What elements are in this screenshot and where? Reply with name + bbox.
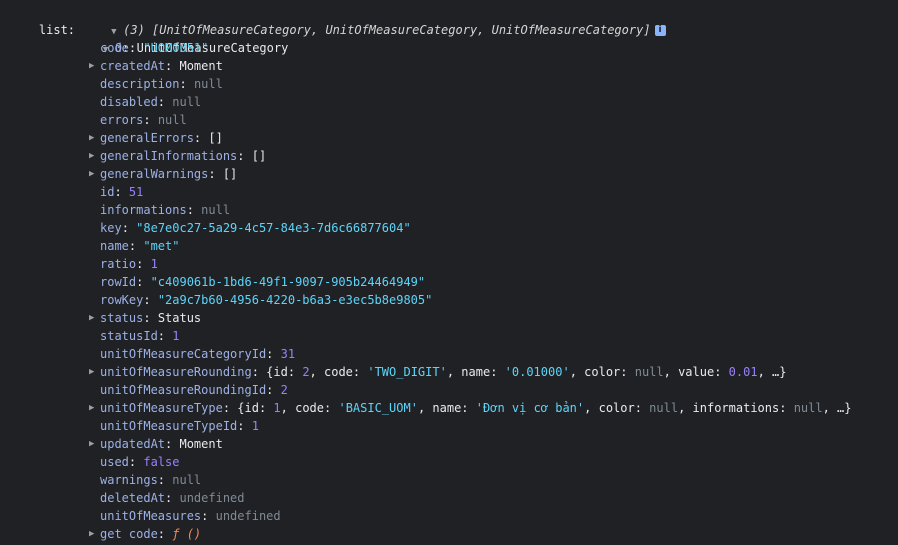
root-line[interactable]: list: ▼ (3) [UnitOfMeasureCategory, UnitO… <box>0 3 898 37</box>
property-row: informations: null <box>100 203 231 217</box>
property-row: code: "UOM0051" <box>100 41 209 55</box>
property-key: deletedAt <box>100 491 166 505</box>
property-value: 51 <box>128 185 144 199</box>
property-key: rowKey <box>100 293 144 307</box>
property-key: disabled <box>100 95 158 109</box>
property-value: Moment <box>179 59 223 73</box>
property-value: undefined <box>179 491 245 505</box>
property-key: get code <box>100 527 158 541</box>
property-row: disabled: null <box>100 95 202 109</box>
property-value: "c409061b-1bd6-49f1-9097-905b24464949" <box>150 275 426 289</box>
property-key: informations <box>100 203 187 217</box>
property-value: null <box>157 113 187 127</box>
property-value: null <box>172 95 202 109</box>
property-row: rowId: "c409061b-1bd6-49f1-9097-905b2446… <box>100 275 426 289</box>
property-row[interactable]: ▶ unitOfMeasureRounding: {id: 2, code: 'T… <box>0 363 898 381</box>
expand-triangle-icon[interactable]: ▶ <box>89 309 101 327</box>
property-value: [] <box>251 149 267 163</box>
property-key: unitOfMeasureRoundingId <box>100 383 267 397</box>
property-value: undefined <box>215 509 281 523</box>
property-key: unitOfMeasureCategoryId <box>100 347 267 361</box>
property-key: used <box>100 455 129 469</box>
property-key: statusId <box>100 329 158 343</box>
property-row: errors: null <box>100 113 187 127</box>
property-value: 1 <box>150 257 158 271</box>
property-row: unitOfMeasureRoundingId: 2 <box>100 383 288 397</box>
property-row[interactable]: ▶ get code: ƒ () <box>0 525 898 543</box>
property-row: used: false <box>100 455 180 469</box>
property-value: [] <box>222 167 238 181</box>
property-row: warnings: null <box>100 473 202 487</box>
expand-triangle-icon[interactable]: ▶ <box>89 129 101 147</box>
property-row: unitOfMeasureCategoryId: 31 <box>100 347 296 361</box>
property-row: unitOfMeasures: undefined <box>100 509 281 523</box>
expand-triangle-icon[interactable]: ▶ <box>89 147 101 165</box>
property-key: unitOfMeasureType <box>100 401 223 415</box>
property-value: Moment <box>179 437 223 451</box>
expand-triangle-icon[interactable]: ▶ <box>89 525 101 543</box>
property-value[interactable]: ƒ () <box>172 527 201 541</box>
property-value: 2 <box>280 383 288 397</box>
property-value: null <box>172 473 202 487</box>
property-list: code: "UOM0051" ▶ createdAt: Moment descrip… <box>0 39 898 543</box>
property-key: unitOfMeasureTypeId <box>100 419 238 433</box>
property-value: "8e7e0c27-5a29-4c57-84e3-7d6c66877604" <box>136 221 411 235</box>
property-key: ratio <box>100 257 137 271</box>
item-0-line[interactable]: ▼ 0: UnitOfMeasureCategory <box>0 21 898 55</box>
property-key: generalErrors <box>100 131 194 145</box>
property-key: id <box>100 185 115 199</box>
property-row[interactable]: ▶ generalInformations: [] <box>0 147 898 165</box>
property-row[interactable]: ▶ unitOfMeasureType: {id: 1, code: 'BASIC… <box>0 399 898 417</box>
property-key: code <box>100 41 129 55</box>
property-row: ratio: 1 <box>100 257 158 271</box>
property-value: 31 <box>280 347 296 361</box>
property-preview: {id: 2, code: 'TWO_DIGIT', name: '0.0100… <box>266 365 787 379</box>
property-key: name <box>100 239 129 253</box>
property-row[interactable]: ▶ generalWarnings: [] <box>0 165 898 183</box>
expand-triangle-icon[interactable]: ▶ <box>89 165 101 183</box>
property-key: createdAt <box>100 59 166 73</box>
property-key: generalInformations <box>100 149 238 163</box>
property-row[interactable]: ▶ createdAt: Moment <box>0 57 898 75</box>
expand-triangle-icon[interactable]: ▶ <box>89 435 101 453</box>
property-value: 1 <box>251 419 259 433</box>
property-key: rowId <box>100 275 137 289</box>
console-output: list: ▼ (3) [UnitOfMeasureCategory, UnitO… <box>0 0 898 543</box>
property-value: 1 <box>172 329 180 343</box>
property-row[interactable]: ▶ generalErrors: [] <box>0 129 898 147</box>
property-preview: {id: 1, code: 'BASIC_UOM', name: 'Đơn vị… <box>237 401 852 415</box>
property-row: key: "8e7e0c27-5a29-4c57-84e3-7d6c668776… <box>100 221 411 235</box>
property-key: updatedAt <box>100 437 166 451</box>
property-value: Status <box>157 311 202 325</box>
property-row[interactable]: ▶ status: Status <box>0 309 898 327</box>
property-row[interactable]: ▶ updatedAt: Moment <box>0 435 898 453</box>
property-value: null <box>193 77 223 91</box>
property-row: deletedAt: undefined <box>100 491 245 505</box>
property-key: status <box>100 311 144 325</box>
property-key: errors <box>100 113 144 127</box>
property-key: description <box>100 77 180 91</box>
property-value: "2a9c7b60-4956-4220-b6a3-e3ec5b8e9805" <box>157 293 433 307</box>
property-value: [] <box>208 131 223 145</box>
property-row: name: "met" <box>100 239 180 253</box>
property-value: "UOM0051" <box>143 41 209 55</box>
property-key: unitOfMeasures <box>100 509 202 523</box>
expand-triangle-icon[interactable]: ▶ <box>89 57 101 75</box>
property-row: statusId: 1 <box>100 329 180 343</box>
property-key: key <box>100 221 122 235</box>
expand-triangle-icon[interactable]: ▶ <box>89 399 101 417</box>
property-value: null <box>201 203 231 217</box>
property-key: unitOfMeasureRounding <box>100 365 252 379</box>
property-key: generalWarnings <box>100 167 209 181</box>
property-row: id: 51 <box>100 185 144 199</box>
property-row: unitOfMeasureTypeId: 1 <box>100 419 259 433</box>
property-key: warnings <box>100 473 158 487</box>
property-row: rowKey: "2a9c7b60-4956-4220-b6a3-e3ec5b8… <box>100 293 433 307</box>
property-value: false <box>143 455 180 469</box>
property-value: "met" <box>143 239 180 253</box>
expand-triangle-icon[interactable]: ▶ <box>89 363 101 381</box>
property-row: description: null <box>100 77 223 91</box>
